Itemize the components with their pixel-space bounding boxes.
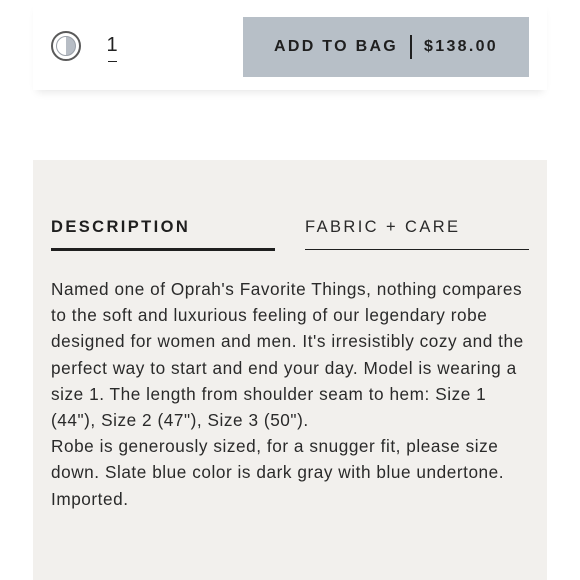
tab-fabric-care[interactable]: FABRIC + CARE [305, 218, 460, 237]
add-to-bag-label: ADD TO BAG [274, 38, 399, 55]
description-paragraph: Robe is generously sized, for a snugger … [51, 436, 505, 509]
quantity-underline [108, 61, 117, 62]
color-swatch[interactable] [51, 31, 81, 61]
quantity-selector[interactable]: 1 [105, 33, 119, 57]
tab-fabric-care-underline [305, 249, 529, 250]
half-circle-icon [56, 36, 76, 56]
purchase-bar: 1 ADD TO BAG $138.00 [33, 0, 547, 90]
add-to-bag-button[interactable]: ADD TO BAG $138.00 [243, 17, 529, 77]
button-divider [410, 35, 413, 59]
tab-description[interactable]: DESCRIPTION [51, 218, 190, 237]
description-paragraph: Named one of Oprah's Favorite Things, no… [51, 279, 524, 431]
product-page: 1 ADD TO BAG $138.00 DESCRIPTION FABRIC … [0, 0, 580, 580]
price-label: $138.00 [424, 38, 498, 55]
product-info-panel: DESCRIPTION FABRIC + CARE Named one of O… [33, 160, 547, 580]
tab-description-underline [51, 248, 275, 251]
description-body: Named one of Oprah's Favorite Things, no… [51, 276, 533, 512]
